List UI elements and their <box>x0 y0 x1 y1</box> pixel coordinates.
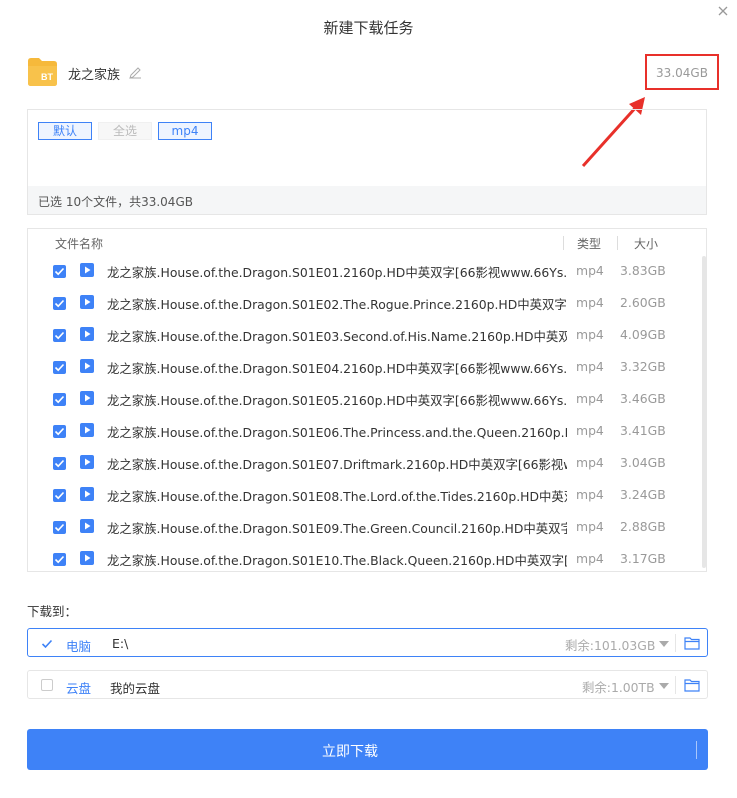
video-file-icon <box>80 487 94 501</box>
chevron-down-icon[interactable] <box>711 746 723 753</box>
header-divider <box>617 236 618 250</box>
file-row[interactable]: 龙之家族.House.of.the.Dragon.S01E07.Driftmar… <box>28 454 700 478</box>
file-type: mp4 <box>576 519 604 534</box>
free-space: 剩余:101.03GB <box>565 638 656 653</box>
file-checkbox[interactable] <box>53 329 66 342</box>
file-size: 2.88GB <box>620 519 666 534</box>
divider <box>675 634 676 652</box>
file-size: 3.41GB <box>620 423 666 438</box>
file-row[interactable]: 龙之家族.House.of.the.Dragon.S01E04.2160p.HD… <box>28 358 700 382</box>
file-size: 3.24GB <box>620 487 666 502</box>
file-row[interactable]: 龙之家族.House.of.the.Dragon.S01E08.The.Lord… <box>28 486 700 510</box>
file-type: mp4 <box>576 455 604 470</box>
header-file-name[interactable]: 文件名称 <box>55 235 103 252</box>
destination-pc[interactable]: 电脑 E:\ 剩余:101.03GB <box>27 628 708 657</box>
checkbox-cloud[interactable] <box>41 679 53 691</box>
video-file-icon <box>80 295 94 309</box>
destination-name: 云盘 <box>66 681 92 696</box>
chevron-down-icon[interactable] <box>659 641 669 647</box>
video-file-icon <box>80 519 94 533</box>
divider <box>675 676 676 694</box>
list-scrollbar[interactable] <box>702 256 706 568</box>
destination-name: 电脑 <box>66 639 92 654</box>
file-size: 3.32GB <box>620 359 666 374</box>
file-row[interactable]: 龙之家族.House.of.the.Dragon.S01E10.The.Blac… <box>28 550 700 574</box>
file-size: 3.83GB <box>620 263 666 278</box>
filter-chip-select-all[interactable]: 全选 <box>98 122 152 140</box>
divider <box>696 741 697 759</box>
download-now-label: 立即下载 <box>322 744 378 760</box>
file-checkbox[interactable] <box>53 457 66 470</box>
file-name: 龙之家族.House.of.the.Dragon.S01E10.The.Blac… <box>107 553 567 568</box>
video-file-icon <box>80 263 94 277</box>
file-name: 龙之家族.House.of.the.Dragon.S01E04.2160p.HD… <box>107 361 567 376</box>
edit-icon[interactable] <box>128 66 142 80</box>
file-row[interactable]: 龙之家族.House.of.the.Dragon.S01E03.Second.o… <box>28 326 700 350</box>
download-now-button[interactable]: 立即下载 <box>27 729 723 770</box>
file-size: 3.17GB <box>620 551 666 566</box>
file-checkbox[interactable] <box>53 361 66 374</box>
file-type: mp4 <box>576 391 604 406</box>
file-size: 2.60GB <box>620 295 666 310</box>
checkbox-pc[interactable] <box>41 638 53 650</box>
file-row[interactable]: 龙之家族.House.of.the.Dragon.S01E02.The.Rogu… <box>28 294 700 318</box>
free-space: 剩余:1.00TB <box>582 680 655 695</box>
file-type: mp4 <box>576 487 604 502</box>
filter-chip-default[interactable]: 默认 <box>38 122 92 140</box>
file-name: 龙之家族.House.of.the.Dragon.S01E05.2160p.HD… <box>107 393 567 408</box>
dialog-title: 新建下载任务 <box>323 19 414 37</box>
bt-folder-icon: BT <box>27 57 58 87</box>
header-size[interactable]: 大小 <box>634 235 658 252</box>
total-size: 33.04GB <box>656 66 708 80</box>
file-type: mp4 <box>576 359 604 374</box>
torrent-name: 龙之家族 <box>68 68 121 83</box>
file-checkbox[interactable] <box>53 489 66 502</box>
file-name: 龙之家族.House.of.the.Dragon.S01E07.Driftmar… <box>107 457 567 472</box>
file-name: 龙之家族.House.of.the.Dragon.S01E08.The.Lord… <box>107 489 567 504</box>
file-row[interactable]: 龙之家族.House.of.the.Dragon.S01E09.The.Gree… <box>28 518 700 542</box>
file-checkbox[interactable] <box>53 265 66 278</box>
filter-chip-mp4[interactable]: mp4 <box>158 122 212 140</box>
folder-icon[interactable] <box>684 636 700 650</box>
file-checkbox[interactable] <box>53 297 66 310</box>
video-file-icon <box>80 423 94 437</box>
file-type: mp4 <box>576 263 604 278</box>
selection-summary-bar: 已选 10个文件，共33.04GB <box>28 186 706 214</box>
file-type: mp4 <box>576 327 604 342</box>
header-type[interactable]: 类型 <box>577 235 601 252</box>
destination-cloud[interactable]: 云盘 我的云盘 剩余:1.00TB <box>27 670 708 699</box>
file-name: 龙之家族.House.of.the.Dragon.S01E06.The.Prin… <box>107 425 567 440</box>
video-file-icon <box>80 359 94 373</box>
file-checkbox[interactable] <box>53 521 66 534</box>
file-type: mp4 <box>576 423 604 438</box>
destination-path: 我的云盘 <box>110 681 161 696</box>
file-type: mp4 <box>576 551 604 566</box>
folder-icon[interactable] <box>684 678 700 692</box>
file-row[interactable]: 龙之家族.House.of.the.Dragon.S01E05.2160p.HD… <box>28 390 700 414</box>
destination-path: E:\ <box>112 636 129 651</box>
file-checkbox[interactable] <box>53 393 66 406</box>
file-name: 龙之家族.House.of.the.Dragon.S01E02.The.Rogu… <box>107 297 567 312</box>
header-divider <box>563 236 564 250</box>
download-to-label: 下载到： <box>27 604 78 619</box>
file-checkbox[interactable] <box>53 425 66 438</box>
file-name: 龙之家族.House.of.the.Dragon.S01E09.The.Gree… <box>107 521 567 536</box>
file-type: mp4 <box>576 295 604 310</box>
file-row[interactable]: 龙之家族.House.of.the.Dragon.S01E01.2160p.HD… <box>28 262 700 286</box>
file-size: 3.46GB <box>620 391 666 406</box>
close-icon[interactable] <box>716 4 730 18</box>
bt-label: BT <box>41 72 53 82</box>
video-file-icon <box>80 327 94 341</box>
file-name: 龙之家族.House.of.the.Dragon.S01E01.2160p.HD… <box>107 265 567 280</box>
chevron-down-icon[interactable] <box>659 683 669 689</box>
file-name: 龙之家族.House.of.the.Dragon.S01E03.Second.o… <box>107 329 567 344</box>
video-file-icon <box>80 455 94 469</box>
file-size: 4.09GB <box>620 327 666 342</box>
selection-summary: 已选 10个文件，共33.04GB <box>38 195 193 209</box>
video-file-icon <box>80 551 94 565</box>
video-file-icon <box>80 391 94 405</box>
file-checkbox[interactable] <box>53 553 66 566</box>
file-size: 3.04GB <box>620 455 666 470</box>
file-row[interactable]: 龙之家族.House.of.the.Dragon.S01E06.The.Prin… <box>28 422 700 446</box>
